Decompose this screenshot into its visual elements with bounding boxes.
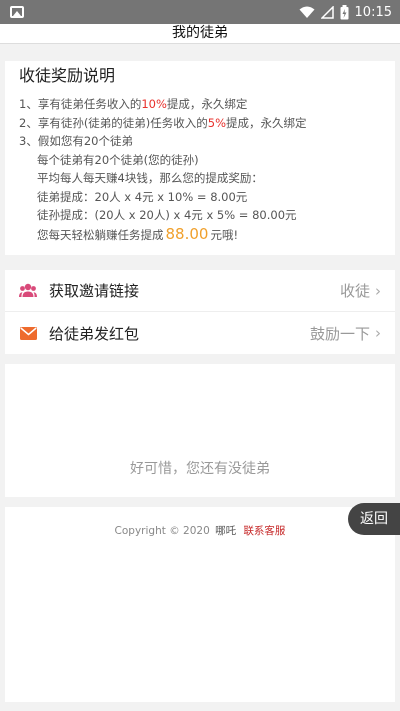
- copyright-line: Copyright © 2020 哪吒 联系客服: [114, 525, 286, 537]
- send-red-packet-label: 给徒弟发红包: [49, 324, 140, 343]
- disciple-percent: 10%: [141, 97, 167, 111]
- contact-service-link[interactable]: 联系客服: [243, 525, 285, 537]
- wifi-icon: [299, 6, 315, 18]
- rule-line-1: 1、享有徒弟任务收入的10%提成，永久绑定: [19, 97, 248, 111]
- get-invite-link-label: 获取邀请链接: [49, 282, 140, 300]
- back-button[interactable]: 返回: [348, 503, 400, 535]
- example-line-2: 平均每人每天赚4块钱，那么您的提成奖励：: [37, 171, 263, 185]
- daily-earnings-amount: 88.00: [165, 224, 209, 243]
- rule-line-2: 2、享有徒孙(徒弟的徒弟)任务收入的5%提成，永久绑定: [19, 115, 307, 130]
- users-icon: [19, 282, 37, 300]
- brand-name: 哪吒: [215, 525, 237, 537]
- image-icon: [10, 6, 24, 18]
- page-title: 我的徒弟: [0, 24, 400, 44]
- grand-disciple-commission-line: 徒孙提成：(20人 x 20人) x 4元 x 5% = 80.00元: [37, 208, 297, 222]
- signal-icon: [320, 5, 334, 19]
- empty-state-text: 好可惜，您还有没徒弟: [130, 461, 270, 477]
- encourage-link[interactable]: 鼓励一下 ›: [310, 323, 381, 344]
- footer-card: Copyright © 2020 哪吒 联系客服: [5, 507, 395, 702]
- get-invite-link-row[interactable]: 获取邀请链接 收徒 ›: [5, 270, 395, 312]
- disciples-list-empty: 好可惜，您还有没徒弟: [5, 364, 395, 497]
- clock: 10:15: [354, 4, 392, 20]
- chevron-right-icon: ›: [375, 281, 381, 300]
- grand-disciple-percent: 5%: [207, 115, 227, 130]
- rule-line-3: 3、假如您有20个徒弟: [19, 134, 133, 148]
- envelope-icon: [19, 324, 37, 342]
- recruit-link[interactable]: 收徒 ›: [340, 280, 381, 301]
- battery-icon: [340, 4, 349, 19]
- actions-card: 获取邀请链接 收徒 › 给徒弟发红包 鼓励一下 ›: [5, 270, 395, 354]
- reward-explanation-card: 收徒奖励说明 1、享有徒弟任务收入的10%提成，永久绑定 2、享有徒孙(徒弟的徒…: [5, 61, 395, 255]
- reward-explanation-title: 收徒奖励说明: [19, 66, 116, 85]
- disciple-commission-line: 徒弟提成：20人 x 4元 x 10% = 8.00元: [37, 189, 248, 204]
- chevron-right-icon: ›: [375, 324, 381, 342]
- daily-earnings-line: 您每天轻松躺赚任务提成 88.00 元哦!: [37, 224, 239, 243]
- send-red-packet-row[interactable]: 给徒弟发红包 鼓励一下 ›: [5, 312, 395, 354]
- status-bar: 10:15: [0, 0, 400, 24]
- example-line-1: 每个徒弟有20个徒弟(您的徒孙): [37, 152, 199, 167]
